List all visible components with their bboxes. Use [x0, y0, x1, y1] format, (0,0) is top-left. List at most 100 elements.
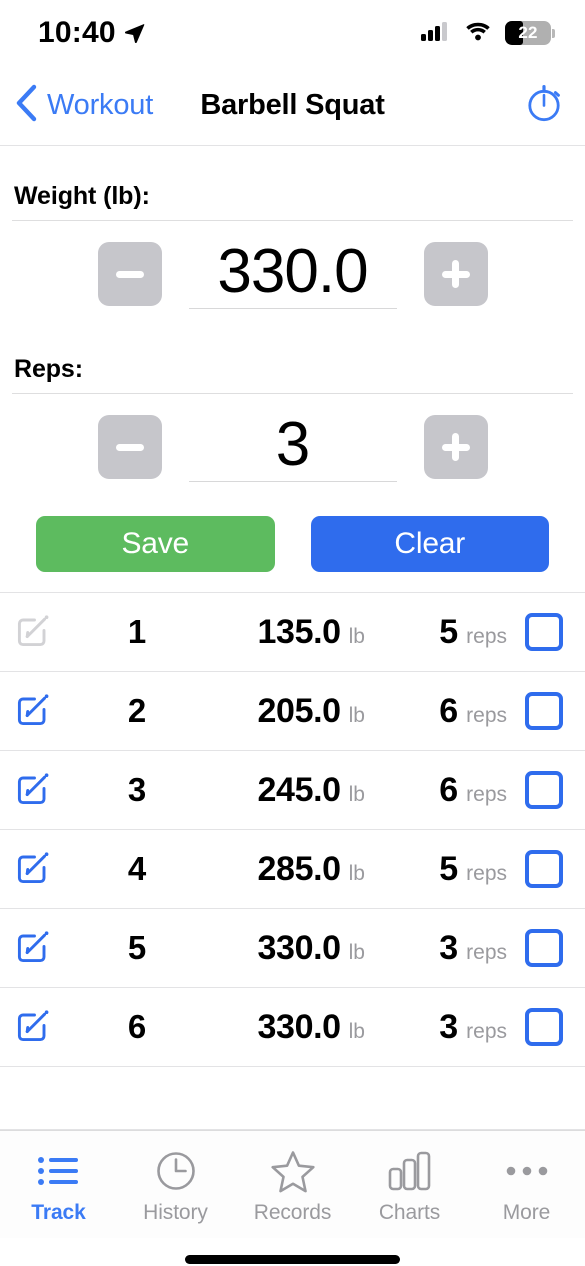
row-checkbox[interactable]	[521, 929, 567, 968]
back-button[interactable]: Workout	[14, 84, 153, 127]
tab-charts[interactable]: Charts	[351, 1131, 468, 1238]
plus-icon	[452, 433, 459, 462]
weight-input-underline	[188, 308, 397, 310]
row-checkbox[interactable]	[521, 613, 567, 652]
row-reps-value: 5	[439, 612, 459, 651]
tab-records[interactable]: Records	[234, 1131, 351, 1238]
tab-label: Records	[253, 1201, 332, 1225]
row-checkbox[interactable]	[521, 771, 567, 810]
weight-decrement-button[interactable]	[97, 242, 162, 307]
minus-icon	[115, 443, 144, 451]
row-weight-value: 245.0	[257, 770, 341, 809]
stopwatch-icon	[523, 82, 565, 129]
row-reps-unit: reps	[466, 782, 507, 806]
edit-square-pencil-icon	[14, 1005, 54, 1050]
row-weight: 245.0 lb	[192, 771, 371, 810]
tab-label: Charts	[378, 1201, 441, 1225]
weight-input[interactable]: 330.0	[217, 239, 368, 304]
reps-field-label: Reps:	[14, 355, 83, 384]
timer-button[interactable]	[523, 82, 565, 129]
row-reps-value: 3	[439, 1007, 459, 1046]
row-reps-value: 3	[439, 928, 459, 967]
wifi-icon	[463, 20, 493, 47]
row-index: 1	[127, 613, 147, 651]
checkbox-unchecked-icon	[525, 929, 563, 968]
row-index: 5	[127, 929, 147, 967]
location-arrow-icon	[123, 22, 145, 44]
row-reps-value: 5	[439, 849, 459, 888]
row-checkbox[interactable]	[521, 850, 567, 889]
list-bullet-icon	[36, 1150, 82, 1192]
plus-icon	[452, 260, 459, 289]
reps-decrement-button[interactable]	[97, 415, 162, 480]
weight-increment-button[interactable]	[423, 242, 488, 307]
row-edit-button[interactable]	[14, 926, 82, 971]
ellipsis-icon	[504, 1150, 550, 1192]
row-weight: 285.0 lb	[192, 850, 371, 889]
row-index: 3	[127, 771, 147, 809]
tab-label: More	[502, 1201, 551, 1225]
bar-chart-icon	[387, 1150, 433, 1192]
row-weight-value: 205.0	[257, 691, 341, 730]
tab-bar: Track History Records Charts More	[0, 1130, 585, 1239]
table-row-empty	[0, 1067, 585, 1131]
row-reps-unit: reps	[466, 940, 507, 964]
clock-icon	[154, 1150, 198, 1192]
row-edit-button[interactable]	[14, 847, 82, 892]
tab-history[interactable]: History	[117, 1131, 234, 1238]
checkbox-unchecked-icon	[525, 613, 563, 652]
navigation-bar: Workout Barbell Squat	[0, 66, 585, 146]
checkbox-unchecked-icon	[525, 771, 563, 810]
edit-square-pencil-icon	[14, 768, 54, 813]
edit-square-pencil-icon	[14, 926, 54, 971]
star-icon	[270, 1150, 316, 1193]
table-row[interactable]: 4 285.0 lb 5 reps	[0, 830, 585, 910]
tab-more[interactable]: More	[468, 1131, 585, 1238]
table-row[interactable]: 1 135.0 lb 5 reps	[0, 593, 585, 673]
row-reps: 6 reps	[371, 771, 521, 810]
row-weight-value: 330.0	[257, 928, 341, 967]
row-edit-button[interactable]	[14, 1005, 82, 1050]
reps-input-underline	[188, 481, 397, 483]
row-weight: 205.0 lb	[192, 692, 371, 731]
reps-input[interactable]: 3	[276, 412, 310, 477]
row-reps-unit: reps	[466, 703, 507, 727]
row-reps-unit: reps	[466, 1019, 507, 1043]
save-button[interactable]: Save	[36, 516, 275, 573]
clear-button[interactable]: Clear	[310, 516, 549, 573]
table-row[interactable]: 5 330.0 lb 3 reps	[0, 909, 585, 989]
weight-field-label: Weight (lb):	[14, 182, 150, 210]
edit-square-pencil-icon	[14, 610, 54, 655]
battery-icon: 22	[505, 21, 555, 45]
home-indicator[interactable]	[185, 1254, 400, 1264]
row-reps-value: 6	[439, 691, 459, 730]
input-form: Weight (lb): 330.0 Reps: 3	[0, 146, 585, 492]
table-row[interactable]: 6 330.0 lb 3 reps	[0, 988, 585, 1068]
minus-icon	[115, 270, 144, 278]
row-checkbox[interactable]	[521, 1008, 567, 1047]
table-row[interactable]: 3 245.0 lb 6 reps	[0, 751, 585, 831]
tab-label: Track	[31, 1201, 86, 1225]
sets-table: 1 135.0 lb 5 reps 2 205.0 lb 6 reps 3 24…	[0, 592, 585, 1131]
row-weight-unit: lb	[348, 940, 365, 964]
action-buttons: Save Clear	[0, 492, 585, 592]
tab-track[interactable]: Track	[0, 1131, 117, 1238]
weight-value-wrapper: 330.0	[188, 239, 397, 310]
reps-increment-button[interactable]	[423, 415, 488, 480]
row-weight-unit: lb	[348, 1019, 365, 1043]
row-edit-button[interactable]	[14, 768, 82, 813]
row-reps: 3 reps	[371, 1008, 521, 1047]
row-edit-button[interactable]	[14, 689, 82, 734]
back-button-label: Workout	[47, 89, 154, 121]
reps-stepper: 3	[12, 394, 573, 492]
row-weight: 135.0 lb	[192, 613, 371, 652]
cellular-signal-icon	[421, 20, 451, 47]
row-weight: 330.0 lb	[192, 929, 371, 968]
edit-square-pencil-icon	[14, 847, 54, 892]
table-row[interactable]: 2 205.0 lb 6 reps	[0, 672, 585, 752]
chevron-left-icon	[14, 84, 38, 127]
battery-percent-label: 22	[518, 23, 538, 42]
reps-value-wrapper: 3	[188, 412, 397, 483]
app-screen: 10:40 22 Workout Barbell Squat Weight (l…	[0, 0, 585, 1266]
row-checkbox[interactable]	[521, 692, 567, 731]
